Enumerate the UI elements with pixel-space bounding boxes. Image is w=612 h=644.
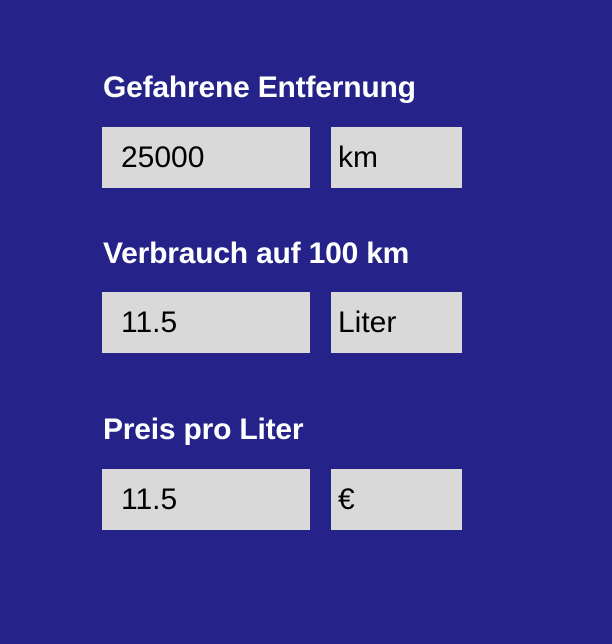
- distance-unit-field[interactable]: km: [331, 127, 462, 188]
- price-label: Preis pro Liter: [103, 413, 304, 446]
- price-input[interactable]: 11.5: [102, 469, 310, 530]
- consumption-unit-field[interactable]: Liter: [331, 292, 462, 353]
- distance-input[interactable]: 25000: [102, 127, 310, 188]
- consumption-label: Verbrauch auf 100 km: [103, 237, 410, 270]
- consumption-input[interactable]: 11.5: [102, 292, 310, 353]
- price-unit-field[interactable]: €: [331, 469, 462, 530]
- distance-label: Gefahrene Entfernung: [103, 71, 416, 104]
